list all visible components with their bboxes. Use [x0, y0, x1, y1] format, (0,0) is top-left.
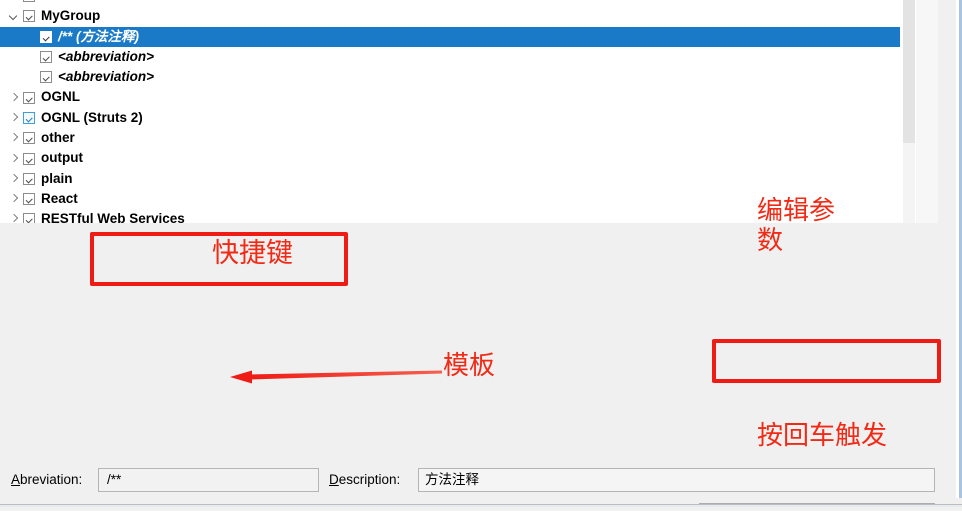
tree-row-label: React	[41, 190, 78, 206]
template-group-tree[interactable]: MavenMyGroup/** (方法注释)<abbreviation><abb…	[0, 0, 916, 223]
tree-row[interactable]: output	[0, 148, 916, 168]
description-label: Description:	[329, 472, 400, 487]
chevron-right-icon[interactable]	[9, 153, 21, 165]
tree-row-checkbox[interactable]	[23, 132, 35, 145]
tree-row-label: plain	[41, 170, 73, 186]
abbreviation-label-mnemonic: A	[11, 472, 21, 487]
chevron-right-icon[interactable]	[9, 112, 21, 124]
tree-row[interactable]: <abbreviation>	[0, 67, 916, 87]
tree-row-checkbox[interactable]	[40, 71, 52, 84]
tree-row-label: OGNL	[41, 89, 80, 105]
tree-row-label: other	[41, 130, 75, 146]
tree-row-checkbox[interactable]	[23, 111, 35, 124]
abbreviation-label: Abreviation:	[11, 472, 82, 487]
chevron-right-icon[interactable]	[9, 213, 21, 223]
tree-scrollbar-thumb[interactable]	[903, 0, 915, 143]
tree-row-label: /** (方法注释)	[58, 28, 139, 44]
chevron-right-icon[interactable]	[9, 173, 21, 185]
tree-row[interactable]: <abbreviation>	[0, 47, 916, 67]
tree-row[interactable]: OGNL	[0, 87, 916, 107]
tree-row-label: output	[41, 150, 83, 166]
annotation-edit-params-line2: 数	[757, 226, 784, 257]
description-label-mnemonic: D	[329, 472, 339, 487]
tree-row[interactable]: other	[0, 128, 916, 148]
tree-row-checkbox[interactable]	[23, 0, 35, 3]
tree-row-checkbox[interactable]	[23, 193, 35, 206]
tree-row-checkbox[interactable]	[23, 172, 35, 185]
tree-row-label: OGNL (Struts 2)	[41, 109, 143, 125]
window-right-border	[956, 0, 962, 498]
chevron-down-icon[interactable]	[9, 10, 21, 22]
tree-row-checkbox[interactable]	[23, 10, 35, 23]
tree-row-label: MyGroup	[41, 8, 101, 24]
window-bottom-edge	[0, 507, 962, 511]
tree-row[interactable]: MyGroup	[0, 6, 916, 26]
annotation-text-template: 模板	[443, 351, 496, 381]
tree-scrollbar[interactable]	[900, 0, 916, 223]
tree-row-label: <abbreviation>	[58, 69, 155, 85]
abbreviation-input[interactable]: /**	[98, 468, 319, 492]
chevron-right-icon[interactable]	[9, 132, 21, 144]
annotation-text-abbreviation: 快捷键	[212, 238, 293, 269]
annotation-arrow-template	[230, 370, 442, 384]
chevron-right-icon[interactable]	[9, 0, 21, 2]
annotation-text-press-enter: 按回车触发	[757, 421, 888, 451]
description-input[interactable]: 方法注释	[418, 468, 935, 492]
template-settings-dialog: MavenMyGroup/** (方法注释)<abbreviation><abb…	[0, 0, 962, 511]
chevron-right-icon[interactable]	[9, 193, 21, 205]
annotation-edit-params-line1: 编辑参	[757, 196, 836, 226]
tree-row-checkbox[interactable]	[40, 51, 52, 64]
tree-panel-right-gutter	[916, 0, 956, 223]
window-bottom-border	[0, 504, 962, 505]
annotation-text-edit-params: 编辑参 数	[757, 196, 836, 257]
tree-row-checkbox[interactable]	[23, 91, 35, 104]
tree-row-checkbox[interactable]	[40, 30, 52, 43]
description-label-text: escription:	[338, 472, 401, 487]
abbreviation-label-text: breviation:	[20, 472, 83, 487]
chevron-right-icon[interactable]	[9, 92, 21, 104]
tree-row-label: RESTful Web Services	[41, 211, 185, 223]
tree-row-checkbox[interactable]	[23, 213, 35, 223]
tree-row[interactable]: plain	[0, 169, 916, 189]
tree-row-checkbox[interactable]	[23, 152, 35, 165]
tree-row-label: <abbreviation>	[58, 48, 155, 64]
annotation-box-options	[712, 339, 941, 383]
tree-row[interactable]: OGNL (Struts 2)	[0, 108, 916, 128]
tree-row[interactable]: /** (方法注释)	[0, 26, 916, 47]
